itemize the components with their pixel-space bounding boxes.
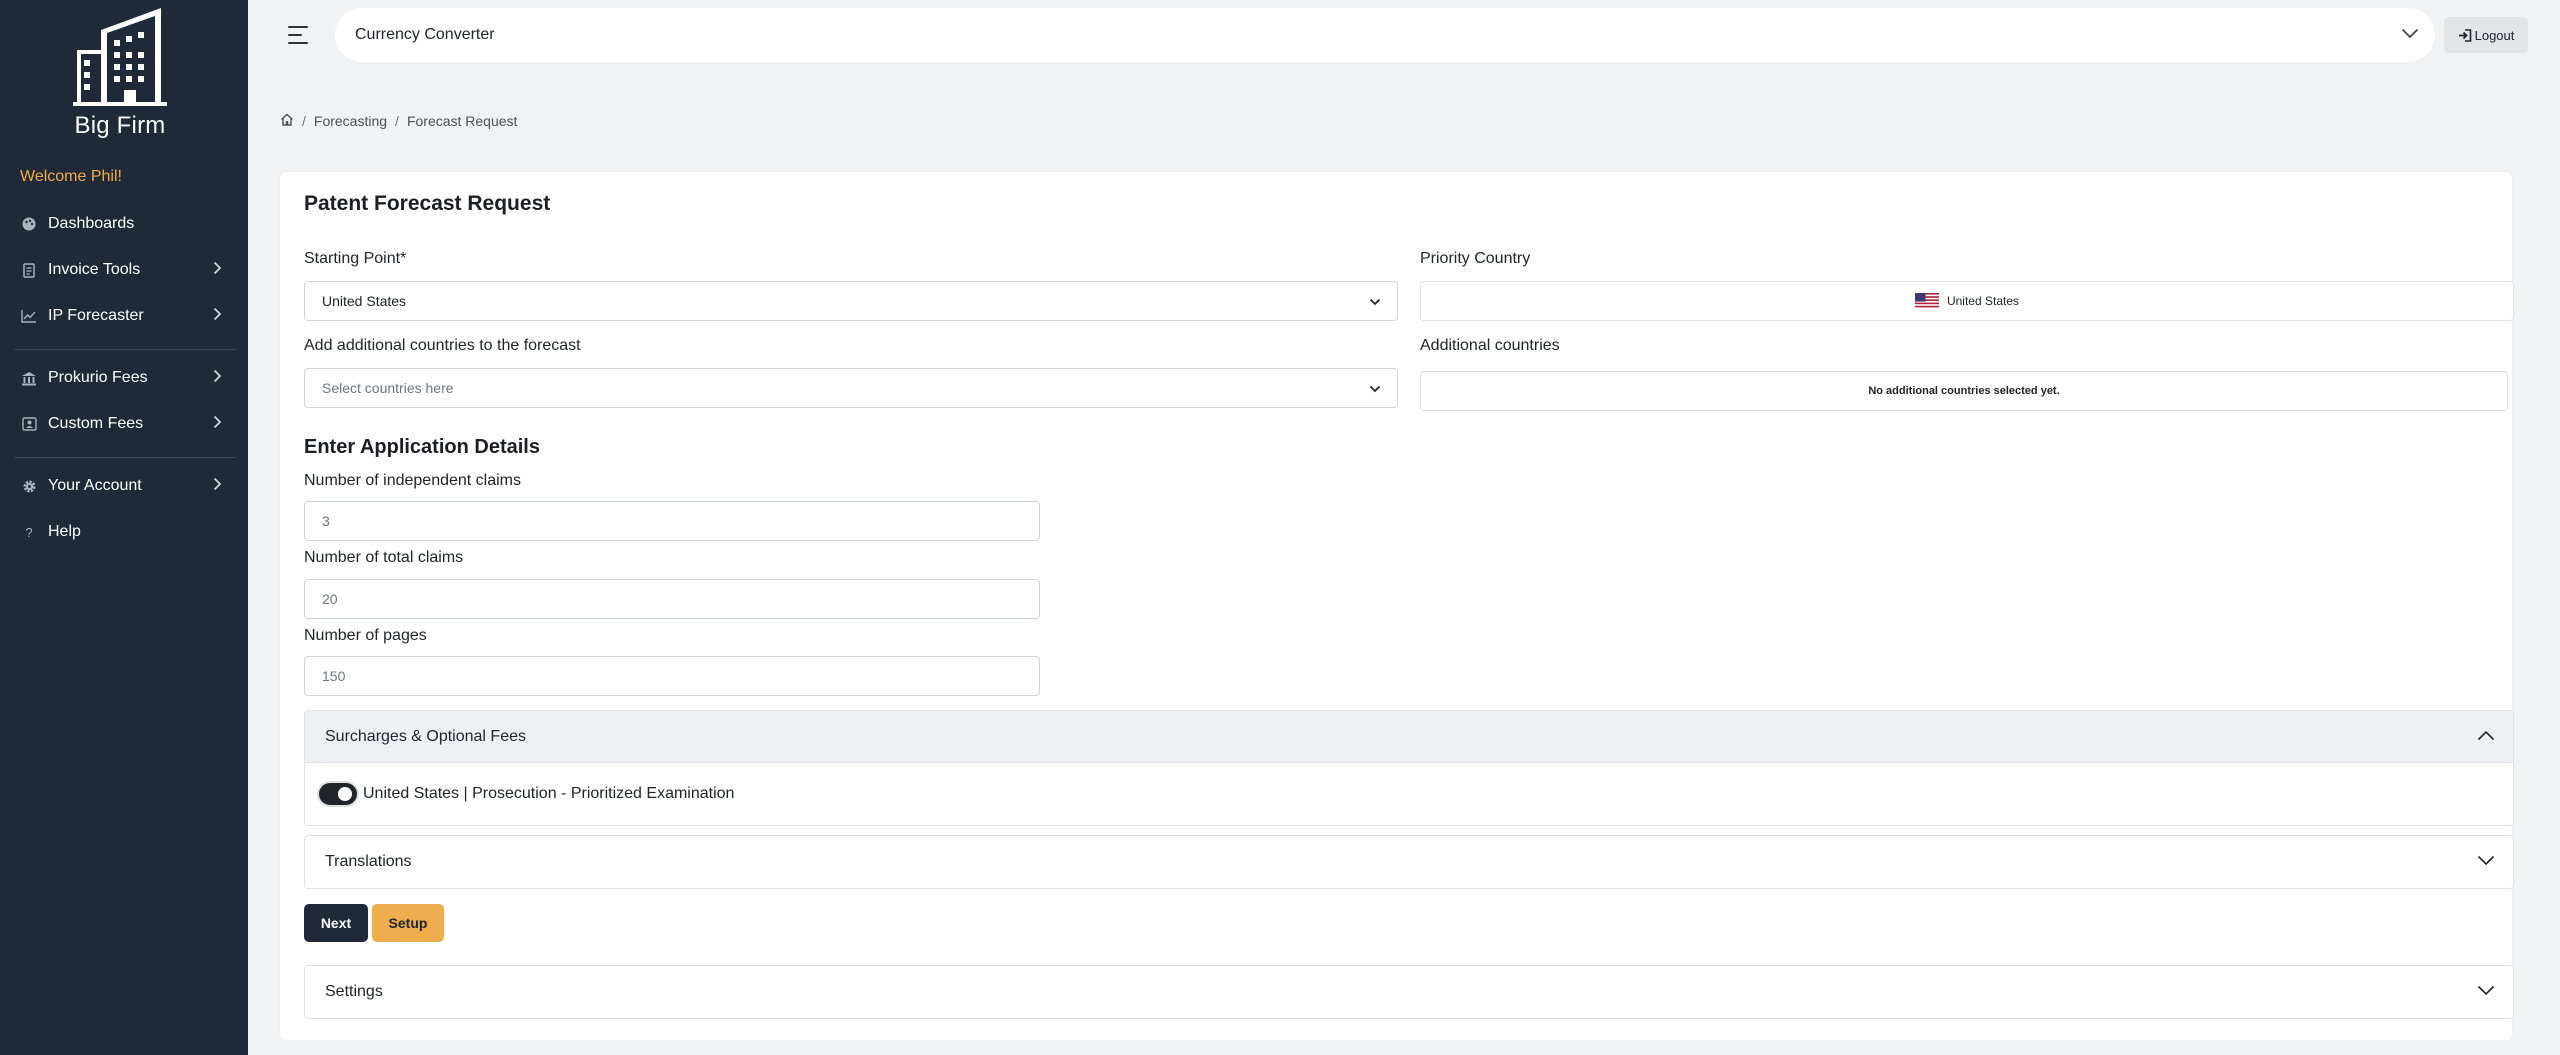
- chevron-right-icon: [213, 369, 222, 388]
- translations-accordion-header[interactable]: Translations: [305, 836, 2513, 888]
- additional-countries-select-label: Add additional countries to the forecast: [304, 337, 581, 354]
- gear-icon: [19, 479, 39, 494]
- sidebar-item-dashboards[interactable]: Dashboards: [0, 206, 248, 242]
- receipt-icon: [19, 262, 39, 278]
- page-title: Patent Forecast Request: [304, 192, 551, 215]
- application-details-heading: Enter Application Details: [304, 436, 540, 458]
- breadcrumb-separator: /: [395, 113, 399, 129]
- prioritized-examination-toggle[interactable]: [319, 783, 357, 805]
- sidebar-item-label: Invoice Tools: [48, 261, 141, 278]
- question-icon: ?: [25, 524, 33, 540]
- sidebar-item-label: IP Forecaster: [48, 307, 144, 324]
- sidebar-item-invoice-tools[interactable]: Invoice Tools: [0, 252, 248, 288]
- starting-point-label: Starting Point*: [304, 250, 407, 267]
- sidebar-item-label: Custom Fees: [48, 415, 144, 432]
- bank-icon: [19, 371, 39, 386]
- nav-divider: [14, 349, 236, 350]
- sidebar: Big Firm Welcome Phil! Dashboards Invoic…: [0, 0, 248, 1055]
- sidebar-item-label: Prokurio Fees: [48, 369, 148, 386]
- surcharges-accordion-body: United States | Prosecution - Prioritize…: [305, 763, 2513, 825]
- setup-button[interactable]: Setup: [372, 904, 444, 942]
- additional-countries-empty-text: No additional countries selected yet.: [1868, 385, 2060, 397]
- surcharges-title: Surcharges & Optional Fees: [325, 727, 526, 745]
- additional-countries-label: Additional countries: [1420, 337, 1560, 354]
- chevron-right-icon: [213, 477, 222, 496]
- chevron-down-icon: [1369, 380, 1381, 396]
- topbar-title: Currency Converter: [355, 26, 495, 43]
- chevron-right-icon: [213, 307, 222, 326]
- chevron-down-icon: [2477, 853, 2495, 871]
- independent-claims-input[interactable]: [304, 501, 1040, 541]
- priority-country-label: Priority Country: [1420, 250, 1531, 267]
- settings-accordion: Settings: [304, 965, 2514, 1019]
- priority-country-value: United States: [1946, 294, 2020, 308]
- surcharges-accordion-header[interactable]: Surcharges & Optional Fees: [305, 711, 2513, 763]
- additional-countries-display: No additional countries selected yet.: [1420, 371, 2508, 411]
- next-button[interactable]: Next: [304, 904, 368, 942]
- surcharges-accordion: Surcharges & Optional Fees United States…: [304, 710, 2514, 826]
- breadcrumb-forecasting[interactable]: Forecasting: [314, 113, 387, 129]
- breadcrumb-separator: /: [302, 113, 306, 129]
- breadcrumb: / Forecasting / Forecast Request: [280, 113, 517, 129]
- brand-name: Big Firm: [74, 112, 166, 139]
- pages-label: Number of pages: [304, 627, 427, 644]
- chevron-up-icon: [2477, 728, 2495, 746]
- menu-toggle-icon[interactable]: [286, 24, 312, 46]
- sidebar-item-your-account[interactable]: Your Account: [0, 468, 248, 504]
- additional-countries-select[interactable]: Select countries here: [304, 368, 1398, 408]
- starting-point-select[interactable]: United States: [304, 281, 1398, 321]
- logout-icon: [2458, 28, 2471, 42]
- sidebar-item-help[interactable]: ? Help: [0, 514, 248, 550]
- priority-country-display: United States: [1420, 281, 2514, 321]
- sidebar-item-label: Help: [48, 523, 81, 540]
- prioritized-examination-label: United States | Prosecution - Prioritize…: [363, 785, 735, 802]
- sidebar-item-label: Dashboards: [48, 215, 135, 232]
- independent-claims-label: Number of independent claims: [304, 472, 522, 489]
- settings-title: Settings: [325, 983, 383, 1000]
- welcome-text: Welcome Phil!: [20, 168, 122, 185]
- person-badge-icon: [19, 417, 39, 431]
- settings-accordion-header[interactable]: Settings: [305, 966, 2513, 1018]
- starting-point-value: United States: [322, 293, 407, 309]
- chevron-right-icon: [213, 415, 222, 434]
- chevron-down-icon: [2477, 983, 2495, 1001]
- sidebar-item-ip-forecaster[interactable]: IP Forecaster: [0, 298, 248, 334]
- sidebar-item-label: Your Account: [48, 477, 142, 494]
- nav-divider: [14, 457, 236, 458]
- sidebar-item-prokurio-fees[interactable]: Prokurio Fees: [0, 360, 248, 396]
- chart-line-icon: [19, 309, 39, 323]
- us-flag-icon: [1914, 293, 1939, 309]
- chevron-down-icon: [2401, 26, 2419, 44]
- chevron-right-icon: [213, 261, 222, 280]
- logout-label: Logout: [2474, 27, 2515, 43]
- total-claims-input[interactable]: [304, 579, 1040, 619]
- home-icon[interactable]: [280, 113, 294, 129]
- forecast-request-card: Patent Forecast Request Starting Point* …: [280, 172, 2514, 1040]
- translations-title: Translations: [325, 853, 412, 870]
- total-claims-label: Number of total claims: [304, 549, 464, 566]
- pages-input[interactable]: [304, 656, 1040, 696]
- translations-accordion: Translations: [304, 835, 2514, 889]
- building-logo-icon: [73, 8, 167, 106]
- breadcrumb-current: Forecast Request: [406, 113, 518, 129]
- logout-button[interactable]: Logout: [2444, 17, 2528, 53]
- additional-countries-placeholder: Select countries here: [322, 380, 454, 396]
- chevron-down-icon: [1369, 293, 1381, 309]
- brand[interactable]: Big Firm: [0, 6, 240, 140]
- sidebar-item-custom-fees[interactable]: Custom Fees: [0, 406, 248, 442]
- palette-icon: [19, 217, 39, 231]
- currency-converter-dropdown[interactable]: Currency Converter: [335, 8, 2435, 62]
